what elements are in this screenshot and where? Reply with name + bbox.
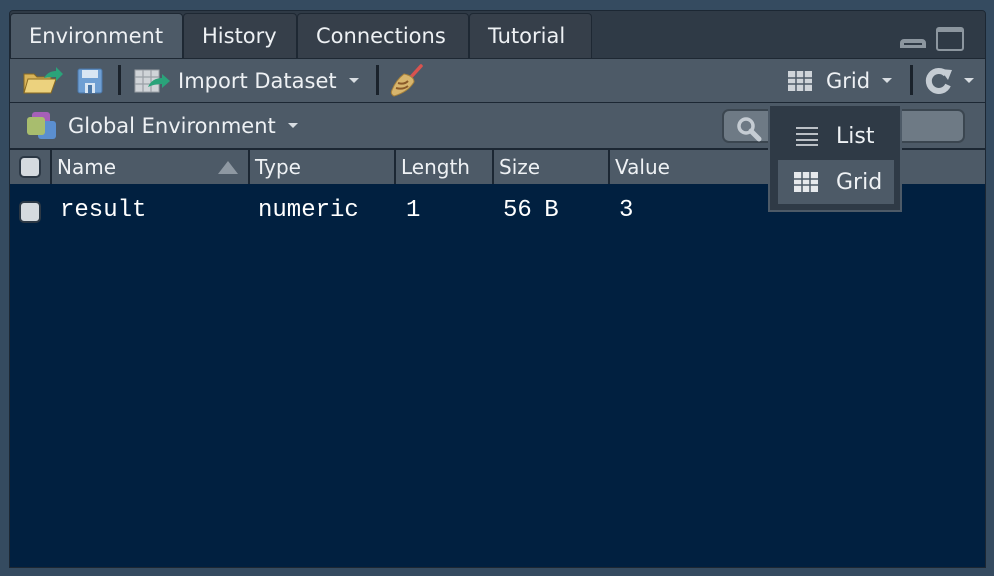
save-icon [77, 68, 103, 93]
column-header-label: Value [615, 155, 670, 179]
column-header-type[interactable]: Type [250, 150, 396, 184]
menu-item-label: Grid [836, 169, 883, 195]
column-header-name[interactable]: Name [52, 150, 250, 184]
column-header-label: Length [401, 155, 470, 179]
cell-name: result [60, 197, 147, 224]
import-dataset-label: Import Dataset [178, 68, 337, 93]
select-all-checkbox[interactable] [19, 156, 41, 178]
view-mode-menu: List Grid [768, 104, 902, 212]
column-header-length[interactable]: Length [396, 150, 494, 184]
clear-workspace-button[interactable] [390, 59, 424, 102]
table-body: result numeric 1 56 B 3 [10, 184, 985, 567]
column-header-label: Size [499, 155, 541, 179]
sort-ascending-icon [218, 161, 238, 174]
menu-item-grid[interactable]: Grid [778, 160, 894, 204]
load-workspace-button[interactable] [22, 59, 64, 102]
toolbar-separator [118, 65, 121, 95]
chevron-down-icon [882, 78, 893, 83]
open-folder-icon [23, 66, 63, 93]
row-checkbox[interactable] [19, 201, 41, 223]
maximize-pane-button[interactable] [936, 27, 964, 51]
toolbar-separator [910, 65, 913, 95]
column-header-label: Type [255, 155, 301, 179]
view-mode-dropdown[interactable]: Grid [788, 59, 893, 102]
tab-connections[interactable]: Connections [297, 13, 469, 58]
menu-item-label: List [836, 123, 875, 149]
toolbar: Import Dataset Grid [10, 58, 985, 104]
grid-icon [788, 70, 812, 91]
refresh-icon [925, 67, 952, 94]
column-header-label: Name [57, 155, 117, 179]
column-header-size[interactable]: Size [494, 150, 610, 184]
environment-label: Global Environment [68, 113, 276, 138]
save-workspace-button[interactable] [77, 59, 103, 102]
tab-environment[interactable]: Environment [10, 13, 183, 59]
minimize-pane-button[interactable] [900, 39, 926, 48]
list-icon [796, 127, 818, 146]
view-mode-label: Grid [826, 68, 871, 93]
chevron-down-icon [348, 78, 359, 83]
tab-tutorial[interactable]: Tutorial [469, 13, 592, 58]
environment-selector[interactable]: Global Environment [26, 103, 298, 148]
tab-history[interactable]: History [183, 13, 297, 58]
refresh-button[interactable] [924, 59, 974, 102]
select-all-cell [10, 150, 52, 184]
import-dataset-button[interactable]: Import Dataset [134, 59, 359, 102]
environment-icon [27, 111, 56, 139]
search-icon [737, 117, 762, 142]
cell-value: 3 [619, 197, 634, 224]
cell-length: 1 [406, 197, 421, 224]
environment-pane: Environment History Connections Tutorial [9, 10, 986, 568]
chevron-down-icon[interactable] [964, 78, 974, 83]
tab-bar: Environment History Connections Tutorial [10, 11, 985, 59]
cell-size: 56 B [503, 197, 559, 224]
import-table-icon [134, 69, 170, 92]
toolbar-separator [376, 65, 379, 95]
cell-type: numeric [258, 197, 359, 224]
chevron-down-icon [287, 123, 298, 128]
broom-icon [390, 63, 423, 97]
grid-icon [794, 172, 818, 192]
menu-item-list[interactable]: List [778, 114, 894, 158]
